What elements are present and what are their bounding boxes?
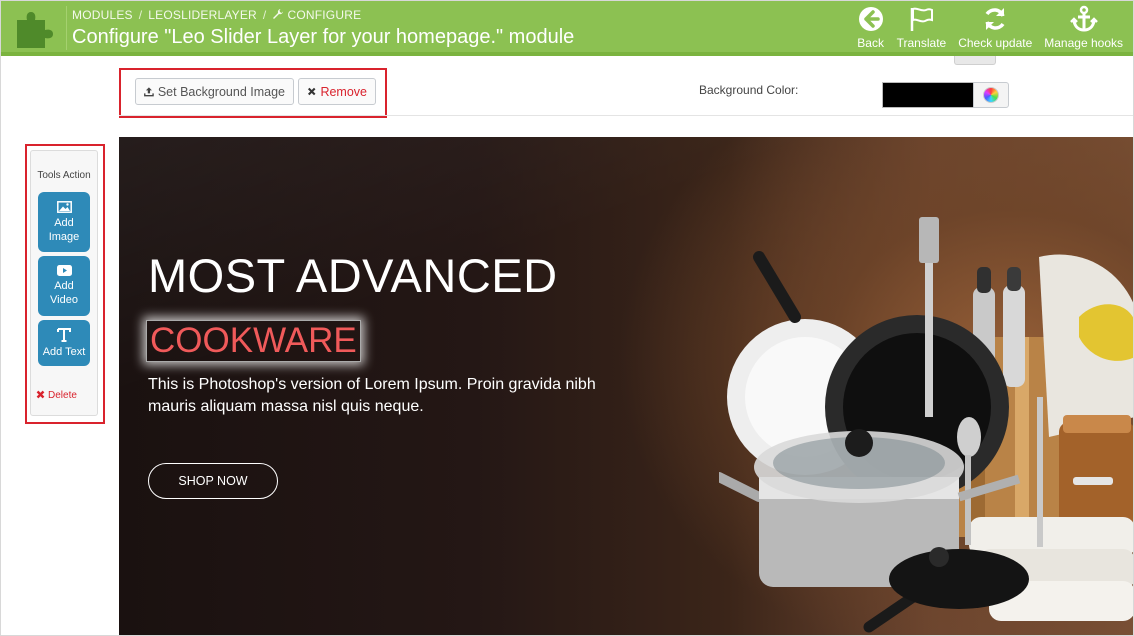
arrow-left-circle-icon — [858, 7, 883, 31]
selected-layer-frame[interactable]: COOKWARE — [146, 320, 361, 362]
anchor-icon — [1069, 5, 1098, 32]
breadcrumb-separator: / — [262, 8, 267, 22]
breadcrumb-modules[interactable]: MODULES — [72, 8, 133, 22]
add-image-label-1: Add — [54, 216, 74, 229]
background-color-input[interactable] — [882, 82, 974, 108]
remove-label: Remove — [320, 84, 367, 99]
slide-subheadline[interactable]: COOKWARE — [150, 321, 357, 361]
close-icon — [36, 390, 45, 399]
slide-canvas[interactable]: MOST ADVANCED COOKWARE This is Photoshop… — [119, 137, 1134, 636]
slide-body-text[interactable]: This is Photoshop's version of Lorem Ips… — [148, 374, 618, 418]
set-background-image-label: Set Background Image — [157, 84, 285, 99]
youtube-icon — [56, 265, 72, 276]
image-icon — [56, 200, 72, 213]
add-video-label-2: Video — [50, 294, 78, 306]
close-icon — [307, 87, 316, 96]
header-divider — [66, 6, 67, 50]
translate-button[interactable]: Translate — [891, 5, 953, 51]
manage-hooks-label: Manage hooks — [1044, 36, 1123, 50]
color-wheel-icon — [983, 87, 999, 103]
remove-background-button[interactable]: Remove — [298, 78, 376, 105]
tools-action-panel: Tools Action Add Image Add Video Add Tex… — [30, 150, 98, 416]
background-color-label: Background Color: — [699, 83, 799, 97]
color-picker-button[interactable] — [973, 82, 1009, 108]
delete-label: Delete — [48, 390, 77, 401]
header-toolbar: Back Translate Check update Manage hooks — [851, 5, 1129, 51]
wrench-icon — [273, 9, 284, 19]
check-update-button[interactable]: Check update — [952, 5, 1038, 51]
add-image-button[interactable]: Add Image — [38, 192, 90, 252]
delete-button[interactable]: Delete — [36, 390, 77, 401]
refresh-icon — [985, 8, 1005, 30]
collapsed-tab[interactable] — [954, 56, 996, 65]
app-frame: MODULES / LEOSLIDERLAYER / CONFIGURE Configu… — [0, 0, 1134, 636]
shop-now-button[interactable]: SHOP NOW — [148, 463, 278, 499]
cookware-product-image[interactable] — [719, 197, 1134, 636]
add-text-label: Add Text — [42, 345, 86, 358]
header-bar: MODULES / LEOSLIDERLAYER / CONFIGURE Configu… — [1, 1, 1133, 56]
back-button[interactable]: Back — [851, 5, 891, 51]
set-background-image-button[interactable]: Set Background Image — [135, 78, 294, 105]
back-label: Back — [857, 36, 884, 50]
breadcrumb-separator: / — [138, 8, 143, 22]
add-video-button[interactable]: Add Video — [38, 256, 90, 316]
breadcrumb-leosliderlayer[interactable]: LEOSLIDERLAYER — [148, 8, 257, 22]
slide-headline[interactable]: MOST ADVANCED — [148, 248, 558, 303]
breadcrumb-configure: CONFIGURE — [287, 8, 362, 22]
flag-icon — [911, 7, 934, 31]
text-icon — [57, 327, 71, 342]
upload-icon — [144, 87, 154, 97]
puzzle-icon — [17, 12, 53, 48]
breadcrumb: MODULES / LEOSLIDERLAYER / CONFIGURE — [72, 8, 361, 22]
add-image-label-2: Image — [48, 230, 80, 243]
add-text-button[interactable]: Add Text — [38, 320, 90, 366]
add-video-label-1: Add — [54, 280, 74, 292]
manage-hooks-button[interactable]: Manage hooks — [1038, 5, 1129, 51]
translate-label: Translate — [896, 36, 947, 50]
tools-action-title: Tools Action — [37, 170, 91, 181]
controls-divider — [119, 115, 1133, 116]
check-update-label: Check update — [958, 36, 1033, 50]
page-title: Configure "Leo Slider Layer for your hom… — [72, 26, 575, 48]
